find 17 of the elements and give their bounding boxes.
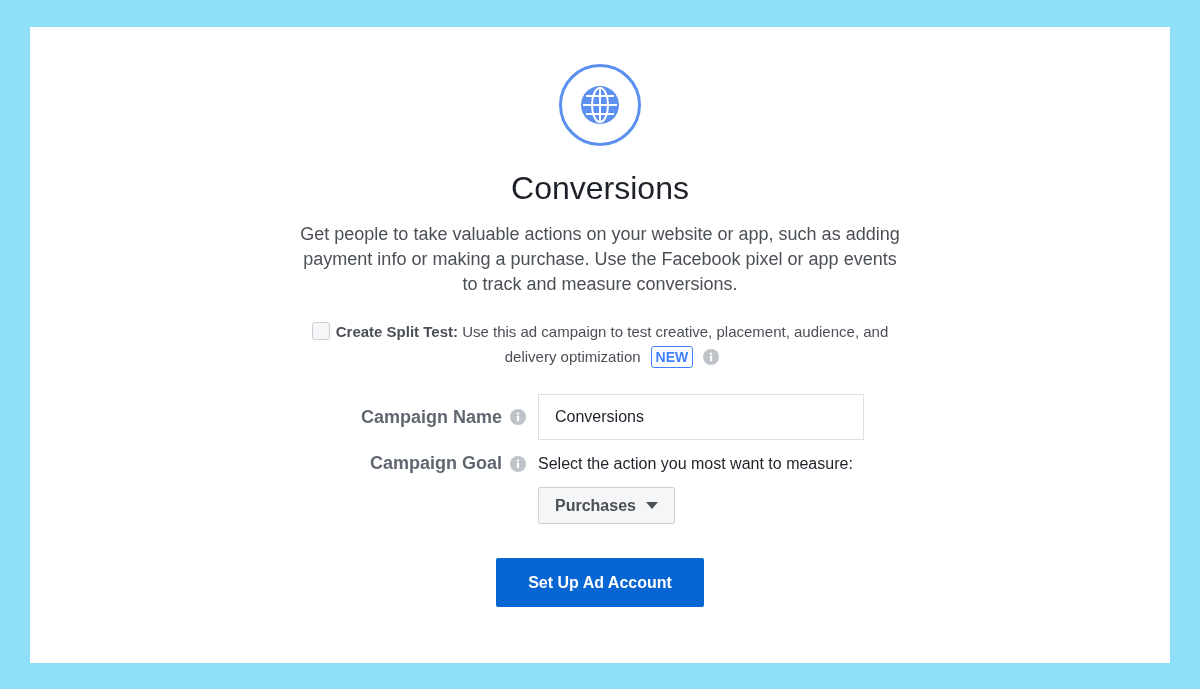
split-test-text: Create Split Test: Use this ad campaign to test creative, placement, audience, and xyxy=(335,322,889,342)
new-badge: NEW xyxy=(650,345,694,368)
set-up-button[interactable]: Set Up Ad Account xyxy=(496,558,704,607)
description: Get people to take valuable actions on your website or app, such as adding payment info or making a purchase. Use the Facebook pixel or app events to track and measure conversions. xyxy=(299,223,901,296)
split-test-checkbox[interactable] xyxy=(311,322,330,340)
info-icon[interactable] xyxy=(510,409,526,425)
campaign-name-field[interactable]: Conversions xyxy=(538,394,864,440)
info-icon[interactable] xyxy=(510,455,526,472)
page-title: Conversions xyxy=(511,169,689,208)
info-icon[interactable] xyxy=(703,348,720,365)
caret-icon xyxy=(645,502,658,509)
goal-dropdown[interactable]: Purchases xyxy=(538,487,675,524)
globe-icon xyxy=(559,64,641,146)
goal-hint: Select the action you most want to measure: xyxy=(538,453,854,474)
split-test-text: delivery optimization xyxy=(504,347,641,367)
campaign-name-label: Campaign Name xyxy=(360,405,502,429)
campaign-goal-label: Campaign Goal xyxy=(369,452,502,475)
